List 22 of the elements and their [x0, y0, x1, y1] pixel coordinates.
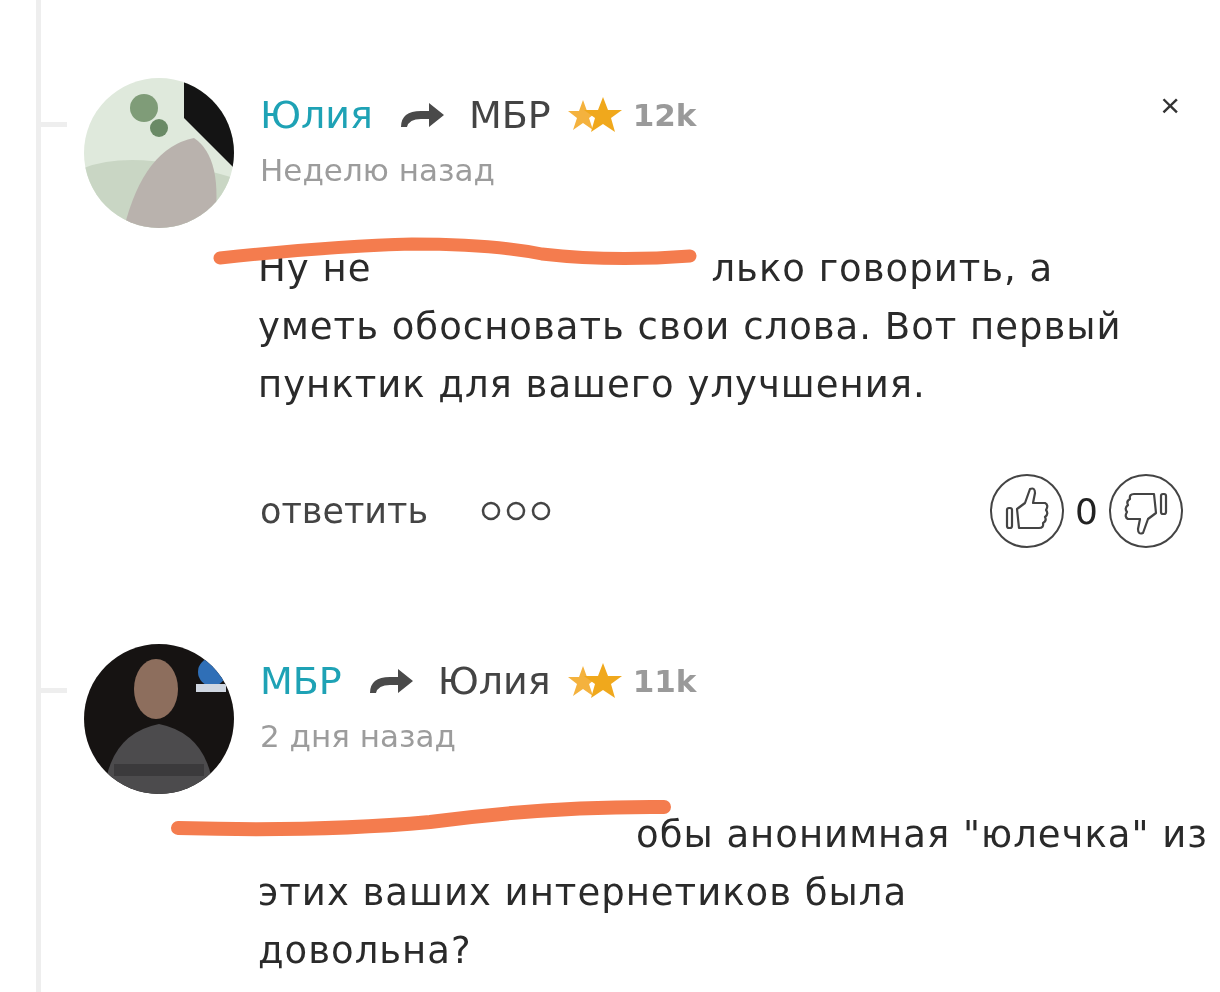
- comment-time: Неделю назад: [260, 152, 496, 190]
- comment-time: 2 дня назад: [260, 718, 457, 756]
- rating-count: 12k: [632, 97, 697, 133]
- recipient-name[interactable]: МБР: [468, 93, 551, 137]
- close-button[interactable]: ×: [1160, 88, 1180, 122]
- stars-icon: [566, 662, 623, 700]
- reply-link[interactable]: ответить: [260, 491, 429, 531]
- vote-count: 0: [1075, 490, 1098, 532]
- recipient-name[interactable]: Юлия: [437, 659, 551, 703]
- comment-text: пунктик для вашего улучшения.: [258, 362, 926, 408]
- comment-text: этих ваших интернетиков была: [258, 870, 908, 916]
- comment-text: обы анонимная "юлечка" из: [636, 812, 1208, 858]
- more-icon[interactable]: [480, 500, 553, 522]
- thumbs-up-button[interactable]: [989, 473, 1066, 549]
- reply-arrow-icon: [398, 102, 445, 128]
- comment-text: довольна?: [258, 928, 472, 974]
- comment-text: уметь обосновать свои слова. Вот первый: [258, 304, 1122, 350]
- comment-text: лько говорить, а: [711, 246, 1054, 292]
- thumbs-down-button[interactable]: [1108, 473, 1184, 549]
- rating-count: 11k: [632, 663, 697, 699]
- reply-arrow-icon: [367, 668, 414, 694]
- stars-icon: [566, 96, 623, 134]
